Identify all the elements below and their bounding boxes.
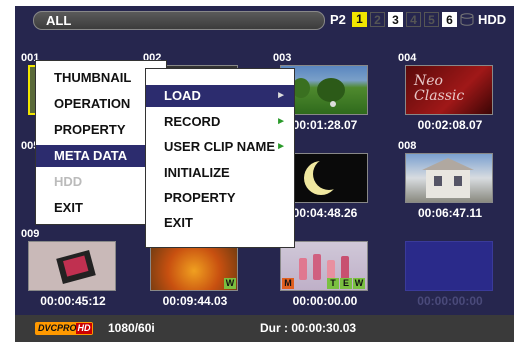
hdd-label: HDD <box>478 12 507 27</box>
slot-label: 3 <box>392 13 399 27</box>
slot-label: 6 <box>446 13 453 27</box>
slot-label: 2 <box>374 13 381 27</box>
thumbnail-image: M T E W <box>280 241 368 291</box>
submenu-item-initialize[interactable]: INITIALIZE <box>146 162 294 184</box>
slot-5[interactable]: 5 <box>424 12 439 27</box>
clip-duration: Dur : 00:00:30.03 <box>260 321 357 335</box>
slot-6[interactable]: 6 <box>442 12 457 27</box>
clip-thumbnail[interactable]: 008 00:06:47.11 <box>398 140 514 228</box>
mode-bar[interactable]: ALL <box>33 11 325 30</box>
metadata-badge-m: M <box>282 278 294 289</box>
submenu-item-load[interactable]: LOAD ► <box>146 85 294 107</box>
menu-item-label: META DATA <box>54 148 128 163</box>
slot-label: 4 <box>410 13 417 27</box>
meta-data-submenu: LOAD ► RECORD ► USER CLIP NAME ► INITIALIZE… <box>145 68 295 248</box>
clip-number: 004 <box>398 52 417 64</box>
clip-thumbnail[interactable]: 004 Neo Classic 00:02:08.07 <box>398 52 514 140</box>
thumbnail-text: Neo Classic <box>414 73 465 104</box>
menu-item-label: LOAD <box>164 88 201 103</box>
submenu-arrow-icon: ► <box>276 116 286 127</box>
thumbnail-image <box>405 153 493 203</box>
logo-text-dvcpro: DVCPRO <box>38 323 77 333</box>
menu-item-label: PROPERTY <box>54 122 126 137</box>
menu-item-label: EXIT <box>54 200 83 215</box>
metadata-badge-e: E <box>340 278 352 289</box>
slot-label: 5 <box>428 13 435 27</box>
thumbnail-image: Neo Classic <box>405 65 493 115</box>
submenu-item-exit[interactable]: EXIT <box>146 212 294 234</box>
clip-browser-screen: ALL P2 1 2 3 4 5 6 HDD 001 002 003 00:01… <box>15 6 514 342</box>
clip-number: 003 <box>273 52 292 64</box>
menu-item-label: HDD <box>54 174 83 189</box>
menu-item-label: OPERATION <box>54 96 131 111</box>
clip-number: 008 <box>398 140 417 152</box>
slot-label: 1 <box>356 12 363 26</box>
video-format: 1080/60i <box>108 321 155 335</box>
status-bar: DVCPRO HD 1080/60i Dur : 00:00:30.03 <box>15 315 514 342</box>
thumbnail-image <box>28 241 116 291</box>
metadata-badge-w: W <box>353 278 365 289</box>
submenu-arrow-icon: ► <box>276 141 286 152</box>
clip-timecode: 00:09:44.03 <box>162 294 228 308</box>
slot-1[interactable]: 1 <box>352 12 367 27</box>
clip-number: 009 <box>21 228 40 240</box>
thumbnail-image <box>405 241 493 291</box>
clip-timecode: 00:00:45:12 <box>40 294 106 308</box>
clip-timecode: 00:06:47.11 <box>417 206 483 220</box>
metadata-badge-w: W <box>224 278 236 289</box>
menu-item-label: THUMBNAIL <box>54 70 132 85</box>
clip-timecode: 00:00:00:00 <box>417 294 483 308</box>
submenu-arrow-icon: ► <box>276 90 286 101</box>
slot-2[interactable]: 2 <box>370 12 385 27</box>
metadata-badge-t: T <box>327 278 339 289</box>
logo-text-hd: HD <box>76 323 92 334</box>
submenu-item-property[interactable]: PROPERTY <box>146 187 294 209</box>
clip-timecode: 00:02:08.07 <box>417 118 483 132</box>
clip-timecode: 00:00:00.00 <box>292 294 358 308</box>
thumbnail-image: W <box>150 241 238 291</box>
slot-3[interactable]: 3 <box>388 12 403 27</box>
submenu-item-record[interactable]: RECORD ► <box>146 111 294 133</box>
clip-thumbnail[interactable]: 00:00:00:00 <box>398 228 514 316</box>
mode-label: ALL <box>46 13 72 28</box>
menu-item-label: RECORD <box>164 114 221 129</box>
submenu-item-user-clip-name[interactable]: USER CLIP NAME ► <box>146 136 294 158</box>
menu-item-label: EXIT <box>164 215 193 230</box>
dvcpro-hd-logo: DVCPRO HD <box>35 322 93 335</box>
clip-thumbnail[interactable]: 009 00:00:45:12 <box>21 228 143 316</box>
menu-item-label: INITIALIZE <box>164 165 230 180</box>
menu-item-label: PROPERTY <box>164 190 236 205</box>
slot-4[interactable]: 4 <box>406 12 421 27</box>
menu-item-label: USER CLIP NAME <box>164 139 275 154</box>
hdd-icon <box>460 13 474 26</box>
p2-label: P2 <box>330 12 346 27</box>
